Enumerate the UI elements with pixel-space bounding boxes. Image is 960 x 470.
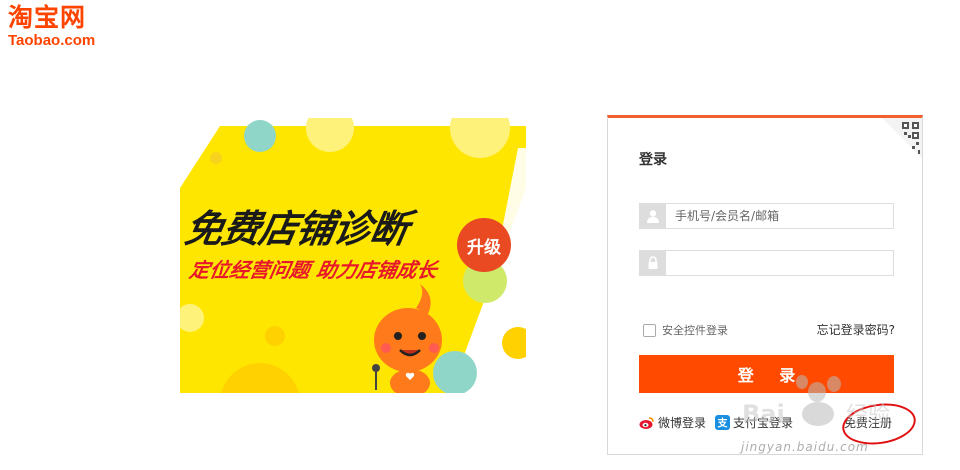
safe-control-option[interactable]: 安全控件登录 <box>643 322 728 338</box>
forgot-password-link[interactable]: 忘记登录密码? <box>817 321 895 338</box>
watermark-text: jingyan.baidu.com <box>741 440 869 454</box>
password-input[interactable] <box>667 251 892 275</box>
upgrade-badge: 升级 <box>457 218 511 272</box>
username-field[interactable] <box>639 203 894 229</box>
checkbox-icon[interactable] <box>643 323 656 337</box>
logo-name: 淘宝网 <box>8 3 87 32</box>
logo-domain: Taobao.com <box>8 32 96 49</box>
svg-text:经验: 经验 <box>846 403 890 428</box>
taobao-logo[interactable]: 淘宝网 Taobao.com <box>8 4 118 54</box>
user-icon <box>640 204 666 228</box>
safe-control-label: 安全控件登录 <box>662 324 728 337</box>
banner-title: 免费店铺诊断 <box>181 207 412 251</box>
password-field[interactable] <box>639 250 894 276</box>
qrcode-icon[interactable] <box>882 118 922 158</box>
banner-subtitle: 定位经营问题 助力店铺成长 <box>187 258 439 282</box>
weibo-login-link[interactable]: 微博登录 <box>639 414 706 431</box>
lock-icon <box>640 251 666 275</box>
svg-text:Bai: Bai <box>742 400 785 428</box>
weibo-login-label: 微博登录 <box>658 416 707 430</box>
promo-banner[interactable]: 免费店铺诊断 定位经营问题 助力店铺成长 升级 <box>180 118 526 393</box>
login-title: 登录 <box>639 152 667 168</box>
username-input[interactable] <box>667 204 892 228</box>
weibo-icon <box>639 416 654 429</box>
